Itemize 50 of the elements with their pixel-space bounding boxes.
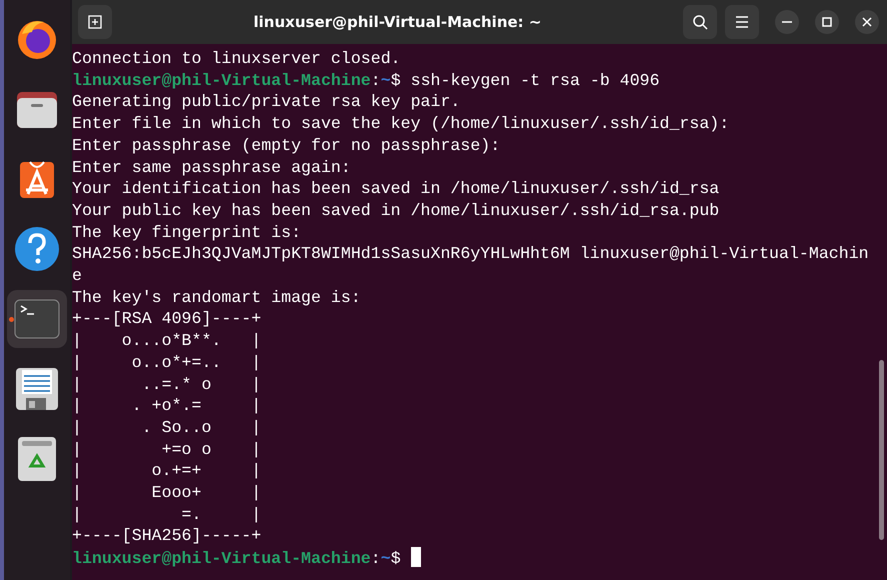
terminal-output: Your public key has been saved in /home/linuxuser/.ssh/id_rsa.pub [72,200,720,222]
terminal-output: Enter passphrase (empty for no passphrase): [72,134,500,157]
terminal-output: | o.+=+ | [72,460,262,482]
search-icon [692,14,708,30]
terminal-output: SHA256:b5cEJh3QJVaMJTpKT8WIMHd1sSasuXnR6yYHLwHht6M linuxuser@phil-Virtual-Machin [72,243,869,266]
terminal-output: | +=o o | [72,438,262,460]
maximize-button[interactable] [815,10,839,34]
prompt-separator: : [370,549,381,568]
menu-button[interactable] [725,5,759,39]
terminal-output: | . +o*.= | [72,395,262,417]
terminal-output: Generating public/private rsa key pair. [72,91,460,114]
terminal-output: | o..o*+=.. | [72,352,262,374]
running-indicator [9,317,14,322]
terminal-output: | ..=.* o | [72,374,262,396]
terminal-output: Connection to linuxserver closed. [72,48,401,70]
command-text: ssh-keygen -t rsa -b 4096 [410,70,660,90]
scrollbar[interactable] [879,360,884,540]
terminal-icon [14,299,60,339]
new-tab-icon [88,15,102,29]
prompt-user: linuxuser@phil-Virtual-Machine [72,70,371,90]
prompt-user: linuxuser@phil-Virtual-Machine [72,549,371,568]
menu-icon [735,16,749,28]
terminal-output: e [72,265,82,287]
close-icon [862,17,872,27]
trash-icon [17,436,57,482]
search-button[interactable] [683,5,717,39]
prompt-symbol: $ [390,549,401,568]
terminal-output: The key's randomart image is: [72,286,361,308]
text-editor-icon [14,366,60,412]
terminal-output: +----[SHA256]-----+ [72,525,262,548]
terminal-output: | o...o*B**. | [72,330,262,352]
prompt-separator: : [370,70,381,90]
terminal-output: | . So..o | [72,416,262,439]
terminal-output: +---[RSA 4096]----+ [72,308,262,330]
help-icon [14,226,60,272]
terminal-output: Your identification has been saved in /home/linuxuser/.ssh/id_rsa [72,178,720,200]
prompt-path: ~ [380,70,391,90]
minimize-icon [782,21,792,23]
new-tab-button[interactable] [78,5,112,39]
prompt-symbol: $ [390,70,401,90]
terminal-output: Enter file in which to save the key (/home/linuxuser/.ssh/id_rsa): [72,113,730,135]
prompt-path: ~ [380,549,391,568]
window-title: linuxuser@phil-Virtual-Machine: ~ [252,13,542,31]
close-button[interactable] [855,10,879,34]
terminal-output: The key fingerprint is: [72,222,302,244]
terminal-output: | =. | [72,504,262,526]
minimize-button[interactable] [775,10,799,34]
terminal-output: | Eooo+ | [72,482,262,504]
terminal-output: Enter same passphrase again: [72,156,351,178]
maximize-icon [822,17,832,27]
